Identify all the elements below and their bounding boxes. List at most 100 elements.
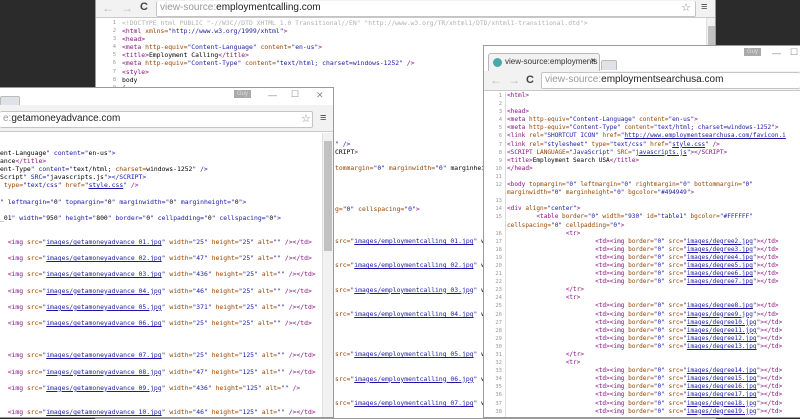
line-number: 7	[498, 141, 502, 148]
new-tab-button[interactable]	[0, 96, 20, 105]
address-bar[interactable]: e:getamoneyadvance.com	[0, 111, 313, 128]
source-line	[335, 326, 485, 334]
source-line	[335, 180, 485, 188]
source-line	[335, 359, 485, 367]
source-line: <td><img border="0" src="images/degree11…	[595, 326, 783, 334]
menu-icon[interactable]: ≡	[320, 112, 326, 124]
line-number: 9	[498, 157, 502, 164]
address-prefix: view-source:	[160, 2, 217, 13]
source-line: <td><img border="0" src="images/degree14…	[595, 367, 783, 375]
line-number: 12	[495, 182, 502, 189]
source-line: <html>	[507, 92, 530, 99]
source-line	[0, 230, 316, 238]
maximize-button[interactable]: ☐	[291, 89, 299, 100]
source-line: <td><img border="0" src="images/degree3.…	[595, 245, 779, 253]
bookmark-star-icon[interactable]: ☆	[681, 1, 691, 14]
source-line: <img src="images/getamoneyadvance_02.jpg…	[7, 254, 312, 263]
line-number: 36	[495, 392, 502, 399]
source-line: <link rel="stylesheet" type="text/css" h…	[507, 140, 720, 148]
source-line	[0, 222, 316, 230]
browser-window-getamoneyadvance: Guy — ☐ ✕ e:getamoneyadvance.com ☆ ≡ ent…	[0, 87, 334, 418]
source-line: <tr>	[565, 359, 581, 367]
line-number: 1	[498, 93, 502, 99]
line-number: 34	[495, 376, 502, 383]
back-icon[interactable]: ←	[102, 1, 114, 15]
source-line: <img src="images/getamoneyadvance_05.jpg…	[7, 302, 316, 311]
reload-icon[interactable]: C	[526, 74, 534, 86]
line-number: 8	[498, 149, 502, 156]
address-bar[interactable]: view-source:employmentsearchusa.com	[541, 72, 800, 89]
source-line	[335, 367, 485, 375]
source-line: src="images/employmentcalling_07.jpg" w	[335, 399, 486, 407]
source-line	[335, 229, 485, 237]
profile-badge[interactable]: Guy	[234, 90, 252, 98]
forward-icon[interactable]: →	[508, 73, 520, 87]
line-number: 3	[498, 109, 502, 116]
source-code: <html> <head> <meta http-equiv="Content-La…	[507, 92, 786, 416]
source-line: src="images/employmentcalling_04.jpg" w	[335, 309, 486, 318]
minimize-button[interactable]: —	[772, 48, 781, 58]
line-number: 30	[495, 343, 502, 350]
address-host: employmentcalling.com	[216, 2, 321, 13]
source-line: <meta http-equiv="Content-Language" cont…	[507, 116, 698, 124]
source-line: <td><img border="0" src="images/degree16…	[595, 383, 783, 391]
source-code: ent-Language" content="en-us"> ance</titl…	[0, 149, 316, 416]
source-line: <td><img border="0" src="images/degree7.…	[595, 278, 779, 286]
title-bar: view-source:employments ✕ Guy — ☐	[484, 46, 800, 71]
profile-badge[interactable]: Guy	[744, 48, 762, 56]
line-number: 2	[112, 28, 116, 35]
line-number-gutter: 1 2 3 4 5 6 7 8 9 10 11 12 13 14 15 16 17 18 19 20 21 22 23 24 2…	[484, 92, 502, 416]
tab-close-icon[interactable]: ✕	[590, 54, 596, 70]
source-line: <td><img border="0" src="images/degree6.…	[595, 270, 779, 278]
tab-title: view-source:employments	[505, 57, 598, 66]
menu-icon[interactable]: ≡	[701, 1, 707, 13]
source-line: src="images/employmentcalling_05.jpg" w	[335, 350, 486, 359]
address-prefix: view-source:	[545, 74, 602, 85]
source-line: <img src="images/getamoneyadvance_07.jpg…	[7, 351, 316, 360]
line-number: 1	[112, 20, 116, 26]
maximize-button[interactable]: ☐	[790, 47, 798, 58]
scrollbar[interactable]	[322, 133, 333, 417]
source-line: <td><img border="0" src="images/degree13…	[595, 342, 783, 350]
minimize-button[interactable]: —	[268, 90, 277, 100]
source-line	[335, 172, 485, 180]
line-number: 26	[495, 311, 502, 318]
line-number: 35	[495, 384, 502, 391]
title-bar: Guy — ☐ ✕	[0, 88, 333, 105]
source-line	[335, 294, 485, 302]
line-number: 6	[498, 133, 502, 140]
source-line	[0, 392, 316, 400]
back-icon[interactable]: ←	[490, 73, 502, 87]
source-line: <head>	[122, 35, 146, 44]
source-line: <td><img border="0" src="images/degree8.…	[595, 302, 779, 310]
line-number: 31	[495, 352, 502, 358]
forward-icon[interactable]: →	[121, 1, 133, 15]
line-number: 21	[495, 271, 502, 278]
new-tab-button[interactable]	[601, 60, 617, 70]
bookmark-star-icon[interactable]: ☆	[301, 112, 311, 125]
toolbar: ← → C view-source:employmentcalling.com …	[96, 0, 715, 18]
source-line: <td><img border="0" src="images/degree18…	[595, 399, 783, 407]
line-number: 2	[498, 101, 502, 108]
source-line: <img src="images/getamoneyadvance_10.jpg…	[7, 408, 316, 416]
source-line	[507, 173, 786, 181]
line-number: 25	[495, 303, 502, 310]
source-code-fragment: " /> CRIPT> tommargin="0" marginwidth="0" …	[335, 140, 485, 407]
source-line: ent-Type" content="text/html; charset=wi…	[0, 165, 208, 174]
address-host: employmentsearchusa.com	[601, 74, 724, 85]
source-line: tommargin="0" marginwidth="0" marginhei	[335, 164, 486, 173]
source-line: cellspacing="0" cellpadding="0">	[507, 221, 625, 229]
source-line: <td><img border="0" src="images/degree10…	[595, 318, 783, 326]
close-button[interactable]: ✕	[316, 90, 324, 101]
line-number: 10	[495, 165, 502, 172]
source-line: src="images/employmentcalling_06.jpg" w	[335, 374, 486, 383]
reload-icon[interactable]: C	[140, 1, 148, 13]
address-bar[interactable]: view-source:employmentcalling.com	[156, 1, 696, 17]
line-number: 5	[498, 125, 502, 132]
source-line: <td><img border="0" src="images/degree19…	[595, 407, 783, 415]
line-number: 16	[495, 230, 502, 237]
source-line: <img src="images/getamoneyadvance_09.jpg…	[7, 383, 301, 392]
line-number: 23	[495, 287, 502, 294]
tab-view-source[interactable]: view-source:employments ✕	[488, 53, 600, 71]
source-line	[335, 221, 485, 229]
